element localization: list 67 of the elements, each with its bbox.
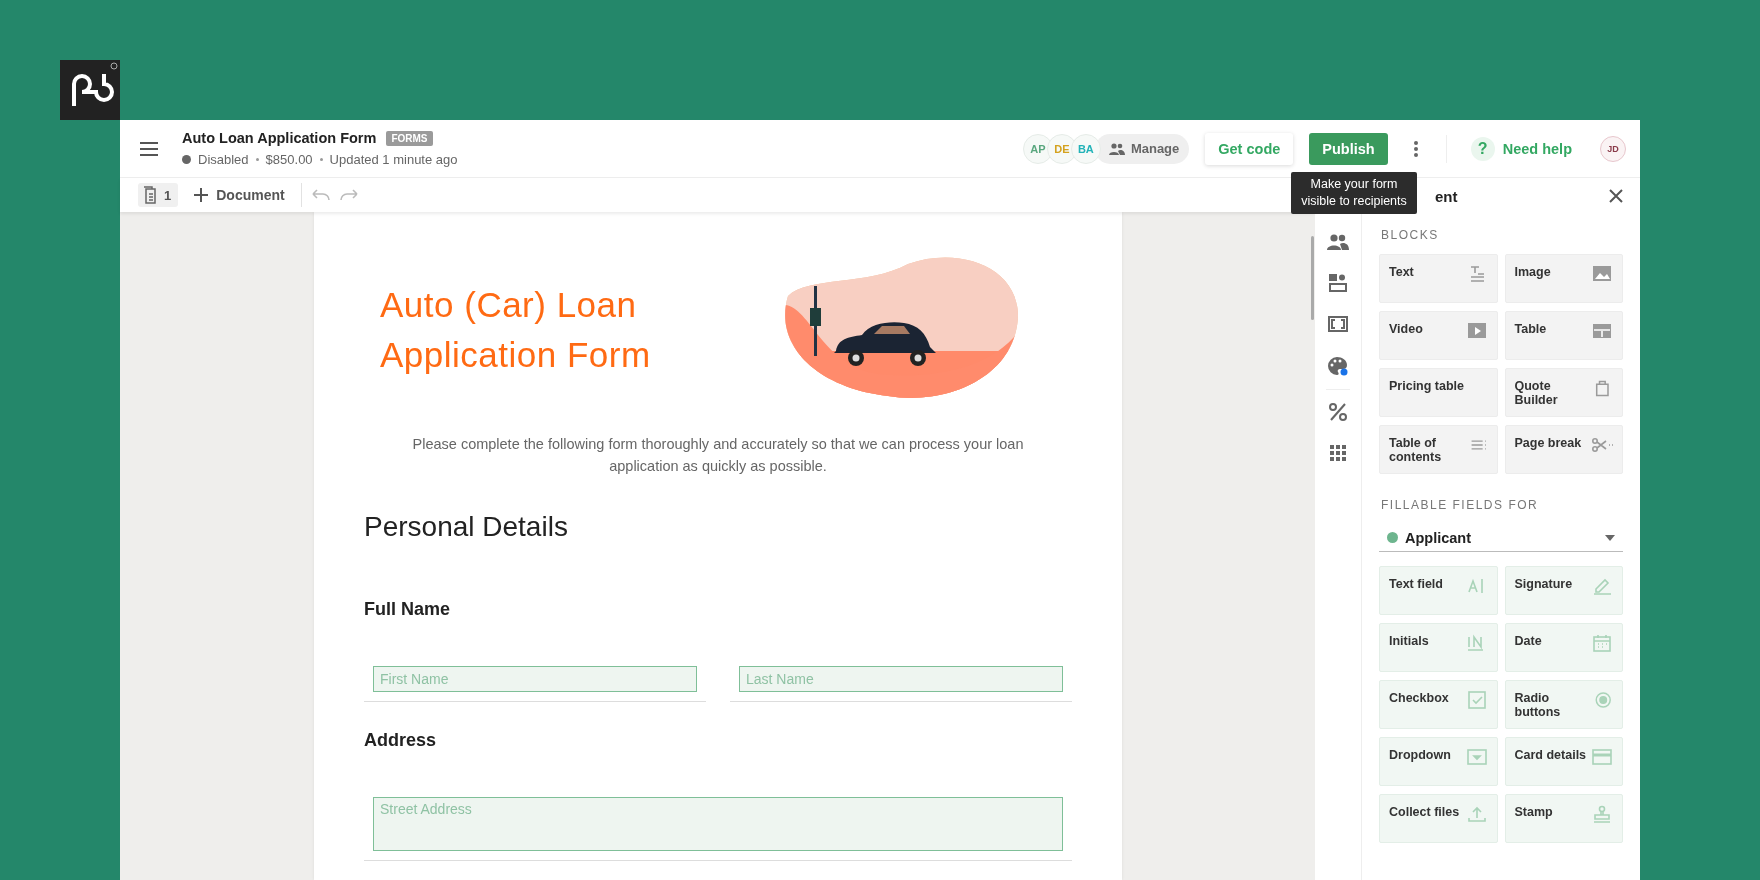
recipient-dropdown[interactable]: Applicant <box>1379 524 1623 552</box>
field-label: Address <box>364 730 438 751</box>
scissors-icon <box>1591 436 1613 454</box>
table-icon <box>1591 322 1613 340</box>
pen-icon <box>1591 577 1613 595</box>
field-tile[interactable]: Text field <box>1379 566 1498 615</box>
form-title: Auto (Car) Loan Application Form <box>380 283 652 376</box>
field-tile[interactable]: Date <box>1504 623 1623 672</box>
field-tile[interactable]: Stamp <box>1504 794 1623 843</box>
upload-icon <box>1465 805 1488 823</box>
input-field[interactable]: First Name <box>373 666 697 692</box>
block-tile[interactable]: Quote Builder <box>1504 368 1623 417</box>
field-tile[interactable]: Dropdown <box>1379 737 1498 786</box>
layout-icon[interactable] <box>1329 274 1347 292</box>
frame-icon[interactable] <box>1328 316 1348 332</box>
logo <box>60 60 120 120</box>
plus-icon <box>194 188 209 202</box>
section-heading: BLOCKS <box>1381 228 1440 242</box>
field-tile[interactable]: Initials <box>1379 623 1498 672</box>
menu-icon[interactable] <box>140 141 158 156</box>
pages-icon <box>142 186 158 204</box>
scrollbar[interactable] <box>1311 236 1314 320</box>
close-icon[interactable] <box>1609 189 1623 203</box>
field-tile[interactable]: Radio buttons <box>1504 680 1623 729</box>
palette-icon[interactable] <box>1327 356 1349 376</box>
input-field[interactable]: Street Address <box>373 797 1063 851</box>
people-icon <box>1108 142 1125 155</box>
publish-button[interactable]: Publish <box>1309 132 1388 165</box>
checkbox-icon <box>1465 691 1488 709</box>
play-icon <box>1465 322 1488 340</box>
tooltip: Make your form visible to recipients <box>1291 172 1417 214</box>
image-icon <box>1591 265 1613 283</box>
stamp-icon <box>1591 805 1613 823</box>
type-badge: FORMS <box>386 130 433 146</box>
calendar-icon <box>1591 634 1613 652</box>
block-tile[interactable]: Table <box>1504 311 1623 360</box>
block-tile[interactable]: Page break <box>1504 425 1623 474</box>
block-tile[interactable]: Table of contents <box>1379 425 1498 474</box>
dropdown-icon <box>1465 748 1488 766</box>
percent-icon[interactable] <box>1329 403 1347 421</box>
document-title: Auto Loan Application Form <box>182 130 377 146</box>
block-tile[interactable]: Image <box>1504 254 1623 303</box>
meta-text: $850.00 <box>265 152 313 167</box>
pages-button[interactable]: 1 <box>138 183 179 207</box>
input-field[interactable]: Last Name <box>739 666 1063 692</box>
more-icon[interactable] <box>1413 140 1418 157</box>
field-tile[interactable]: Signature <box>1504 566 1623 615</box>
status-dot-icon <box>182 155 191 164</box>
block-tile[interactable]: Video <box>1379 311 1498 360</box>
add-document-button[interactable]: Document <box>188 187 291 203</box>
section-heading: FILLABLE FIELDS FOR <box>1381 498 1540 512</box>
block-tile[interactable]: Text <box>1379 254 1498 303</box>
form-description: Please complete the following form thoroughly and accurately so that we can process your loan application as quickly as possible. <box>411 435 1025 476</box>
block-tile[interactable]: Pricing table <box>1379 368 1498 417</box>
card-icon <box>1591 748 1613 766</box>
field-tile[interactable]: Collect files <box>1379 794 1498 843</box>
field-tile[interactable]: Checkbox <box>1379 680 1498 729</box>
field-label: Full Name <box>364 599 452 620</box>
field-tile[interactable]: Card details <box>1504 737 1623 786</box>
user-avatar[interactable]: JD <box>1600 135 1626 162</box>
caret-icon <box>1605 534 1615 541</box>
meta-text: Disabled <box>198 152 249 167</box>
section-heading: Personal Details <box>364 511 569 543</box>
people-icon[interactable] <box>1327 234 1349 250</box>
meta-text: Updated 1 minute ago <box>329 152 458 167</box>
apps-icon[interactable] <box>1330 445 1346 461</box>
panel-title: ent <box>1435 187 1458 205</box>
